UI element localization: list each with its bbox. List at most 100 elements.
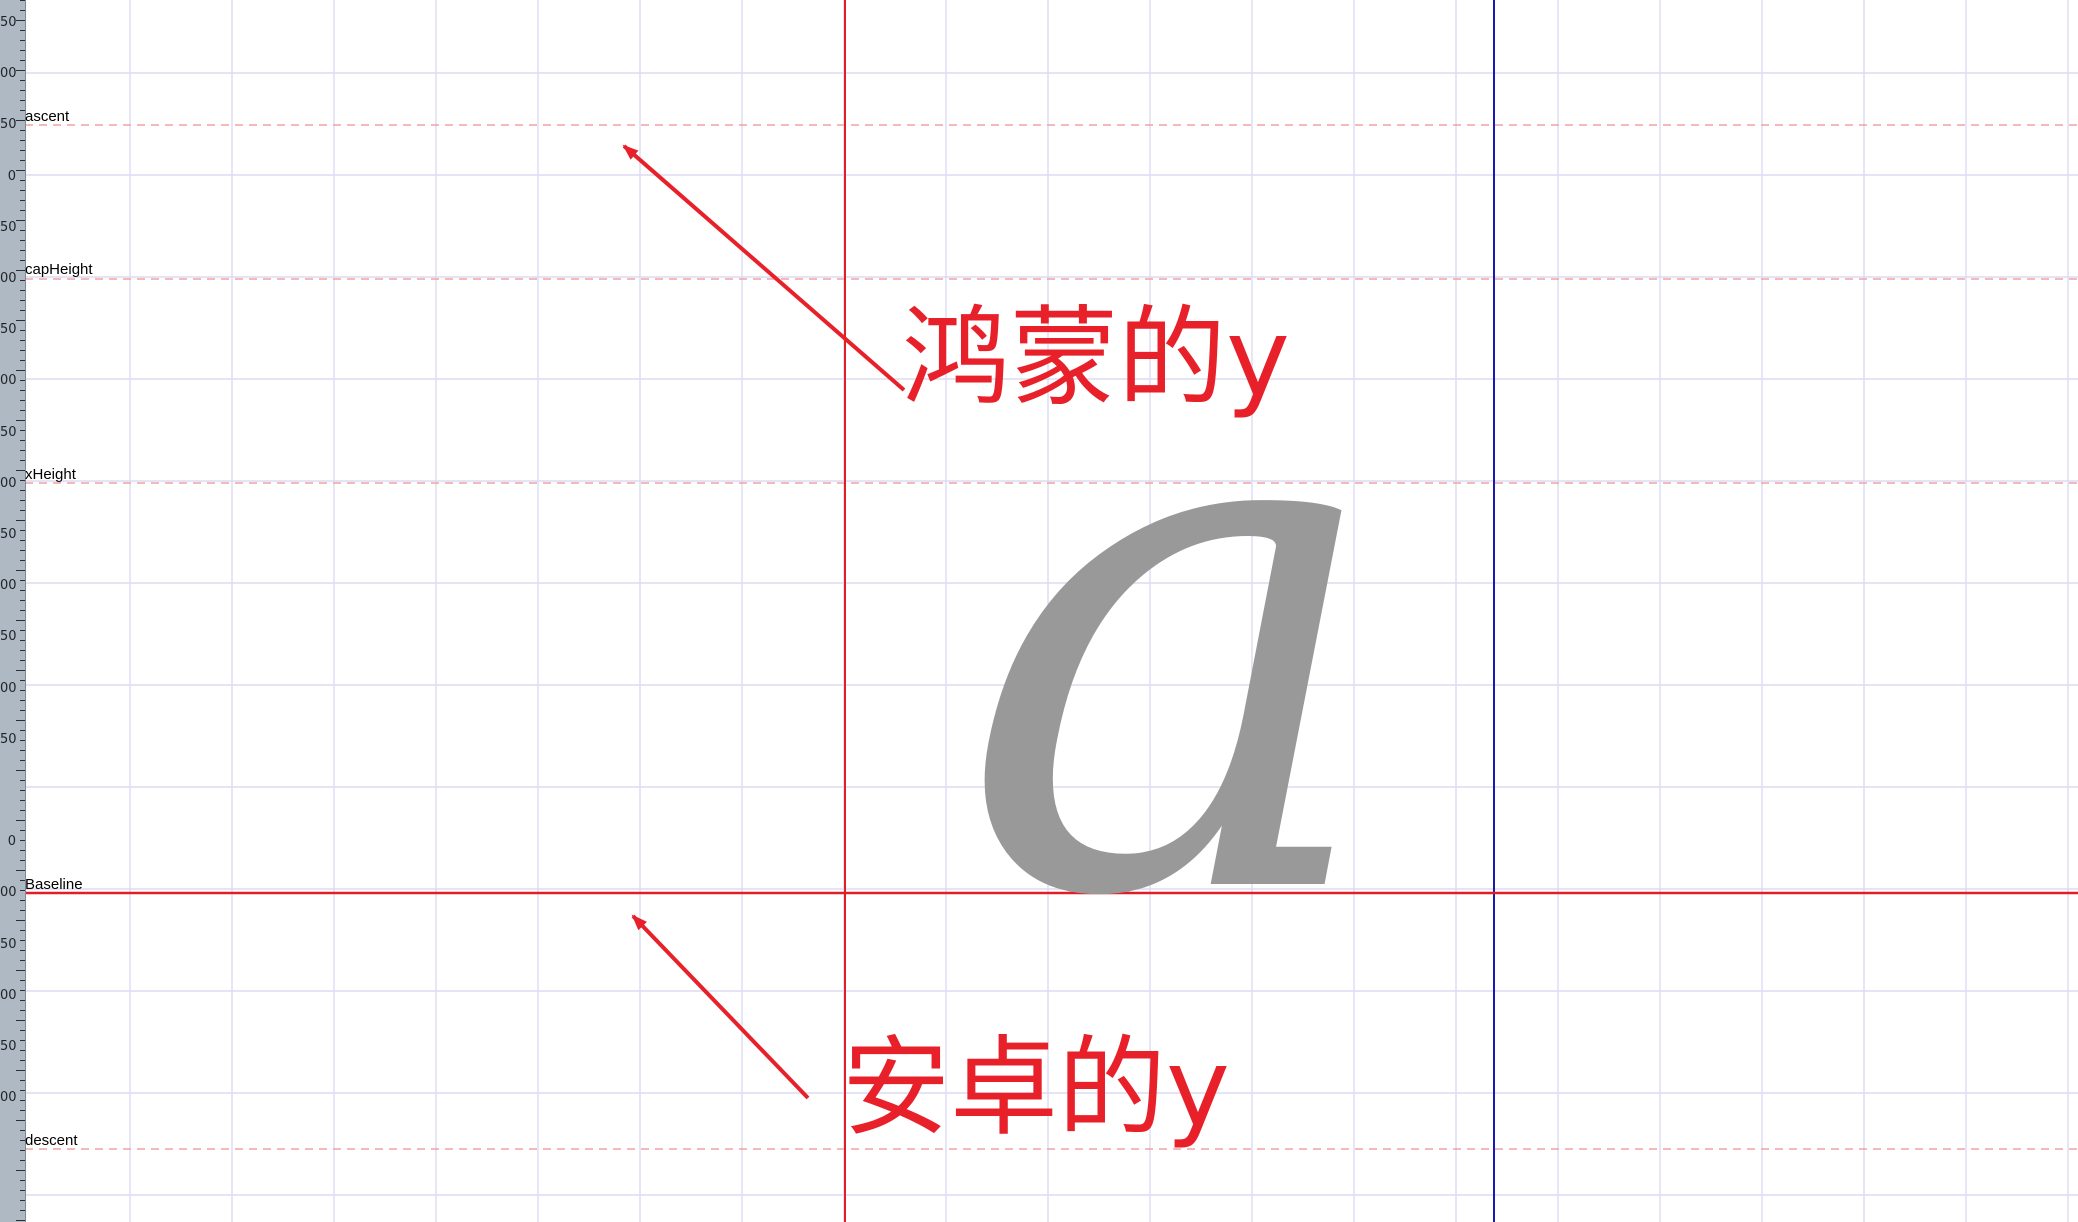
ruler-tick (20, 200, 25, 201)
ruler-tick (20, 460, 25, 461)
ruler-label: 00 (0, 988, 16, 1002)
ruler-tick (20, 900, 25, 901)
android-y-annotation: 安卓的y (842, 1026, 1230, 1151)
ruler-tick (20, 610, 25, 611)
capheight-label: capHeight (25, 261, 93, 278)
ruler-tick (20, 450, 25, 451)
ruler-tick (20, 1210, 25, 1211)
ruler-tick (20, 830, 25, 831)
ruler-tick (20, 980, 25, 981)
ruler-tick (20, 1130, 25, 1131)
android-arrow (631, 914, 810, 1100)
ruler-tick (20, 740, 25, 741)
ruler-tick (20, 780, 25, 781)
ruler-tick (20, 210, 25, 211)
harmony-y-annotation: 鸿蒙的y (902, 296, 1290, 421)
ruler-tick (20, 960, 25, 961)
ruler-tick (20, 50, 25, 51)
ruler-tick (20, 790, 25, 791)
ruler-label: 50 (0, 425, 16, 439)
ruler-tick (20, 310, 25, 311)
ruler-tick (16, 320, 25, 321)
ruler-tick (20, 1200, 25, 1201)
descent-label: descent (25, 1132, 78, 1149)
ruler-tick (20, 1180, 25, 1181)
ruler-tick (20, 340, 25, 341)
ruler-tick (20, 230, 25, 231)
ruler-label: 50 (0, 16, 16, 29)
ruler-tick (16, 220, 25, 221)
vertical-ruler[interactable]: 50 00 50 0 50 00 50 00 50 00 50 00 50 00 50 0 00 50 00 50 00 (0, 0, 26, 1222)
ruler-tick (20, 730, 25, 731)
ruler-label: 50 (0, 1040, 16, 1053)
ruler-tick (20, 1100, 25, 1101)
ruler-tick (20, 180, 25, 181)
ruler-tick (16, 420, 25, 421)
ruler-tick (20, 840, 25, 841)
ruler-tick (20, 530, 25, 531)
ruler-tick (20, 590, 25, 591)
glyph-a: a (960, 216, 1390, 1054)
ruler-label: 0 (7, 835, 16, 849)
ruler-tick (16, 570, 25, 571)
ruler-tick (20, 410, 25, 411)
ruler-tick (20, 510, 25, 511)
ruler-tick (20, 350, 25, 351)
ruler-tick (20, 1040, 25, 1041)
xheight-label: xHeight (25, 466, 76, 483)
ruler-tick (20, 1060, 25, 1061)
ruler-label: 50 (0, 118, 16, 132)
ruler-tick (16, 1220, 25, 1221)
ruler-label: 00 (0, 374, 16, 388)
ruler-tick (16, 70, 25, 71)
ruler-label: 00 (0, 579, 16, 593)
ruler-tick (20, 390, 25, 391)
ruler-tick (16, 170, 25, 171)
ruler-tick (16, 920, 25, 921)
ruler-tick (20, 1110, 25, 1111)
ruler-tick (20, 10, 25, 11)
ruler-tick (20, 0, 25, 1)
ruler-tick (20, 80, 25, 81)
ruler-tick (20, 1050, 25, 1051)
ruler-tick (16, 970, 25, 971)
ruler-tick (20, 300, 25, 301)
ruler-tick (20, 1160, 25, 1161)
ruler-tick (20, 690, 25, 691)
ruler-tick (20, 190, 25, 191)
ruler-tick (16, 670, 25, 671)
ruler-tick (20, 710, 25, 711)
ruler-tick (20, 560, 25, 561)
ruler-tick (20, 680, 25, 681)
ruler-label: 50 (0, 528, 16, 541)
ruler-tick (16, 520, 25, 521)
ruler-label: 00 (0, 272, 16, 285)
ruler-tick (20, 540, 25, 541)
ruler-tick (20, 500, 25, 501)
ruler-tick (20, 290, 25, 291)
ascent-label: ascent (25, 108, 70, 125)
ruler-tick (16, 20, 25, 21)
ruler-label: 00 (0, 1091, 16, 1105)
ruler-tick (20, 1190, 25, 1191)
ruler-label: 50 (0, 732, 16, 746)
ruler-tick (16, 370, 25, 371)
ruler-tick (20, 1080, 25, 1081)
ruler-tick (16, 870, 25, 871)
ruler-label: 50 (0, 220, 16, 234)
ruler-tick (16, 770, 25, 771)
ruler-tick (16, 720, 25, 721)
ruler-tick (20, 580, 25, 581)
ruler-tick (20, 160, 25, 161)
ruler-tick (20, 750, 25, 751)
ruler-label: 50 (0, 937, 16, 951)
ruler-tick (20, 700, 25, 701)
ruler-tick (20, 240, 25, 241)
ruler-label: 50 (0, 323, 16, 337)
ruler-tick (20, 850, 25, 851)
ruler-tick (20, 810, 25, 811)
ruler-tick (20, 630, 25, 631)
ruler-tick (20, 40, 25, 41)
ruler-tick (20, 660, 25, 661)
ruler-tick (20, 860, 25, 861)
